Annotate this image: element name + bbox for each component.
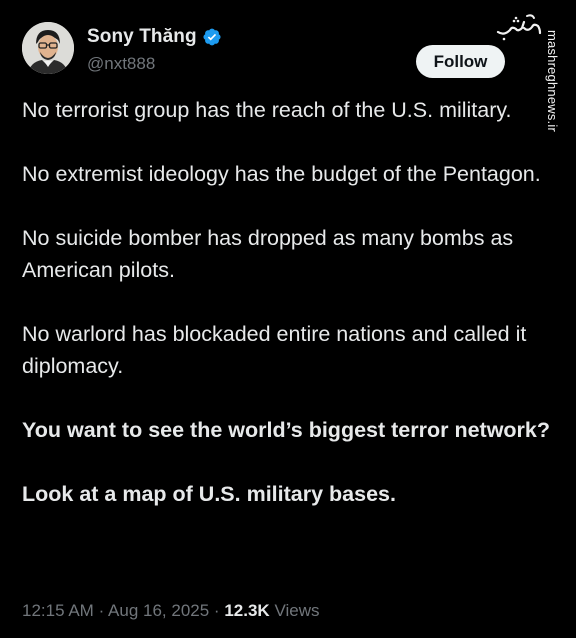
meta-separator: · [98,601,105,620]
tweet-paragraph: No terrorist group has the reach of the … [22,98,512,122]
tweet-paragraph: No suicide bomber has dropped as many bo… [22,226,514,282]
display-name[interactable]: Sony Thăng [87,26,197,48]
tweet-meta: 12:15 AM · Aug 16, 2025 · 12.3K Views [22,601,319,621]
tweet-header: Sony Thăng @nxt888 Follow [22,22,576,82]
tweet-time[interactable]: 12:15 AM [22,601,94,620]
tweet-paragraph: No warlord has blockaded entire nations … [22,322,527,378]
tweet-paragraph: No extremist ideology has the budget of … [22,162,541,186]
tweet-paragraph: Look at a map of U.S. military bases. [22,482,396,506]
avatar[interactable] [22,22,74,74]
meta-separator: · [213,601,220,620]
author-handle[interactable]: @nxt888 [87,54,222,74]
views-count: 12.3K [224,601,270,620]
verified-badge-icon [202,27,222,47]
tweet-text: No terrorist group has the reach of the … [22,94,562,542]
author-names: Sony Thăng @nxt888 [87,25,222,74]
views-label: Views [274,601,320,620]
tweet-date[interactable]: Aug 16, 2025 [108,601,209,620]
mashregh-logo-icon [494,12,544,42]
tweet-paragraph: You want to see the world’s biggest terr… [22,418,551,442]
follow-button[interactable]: Follow [416,45,505,78]
